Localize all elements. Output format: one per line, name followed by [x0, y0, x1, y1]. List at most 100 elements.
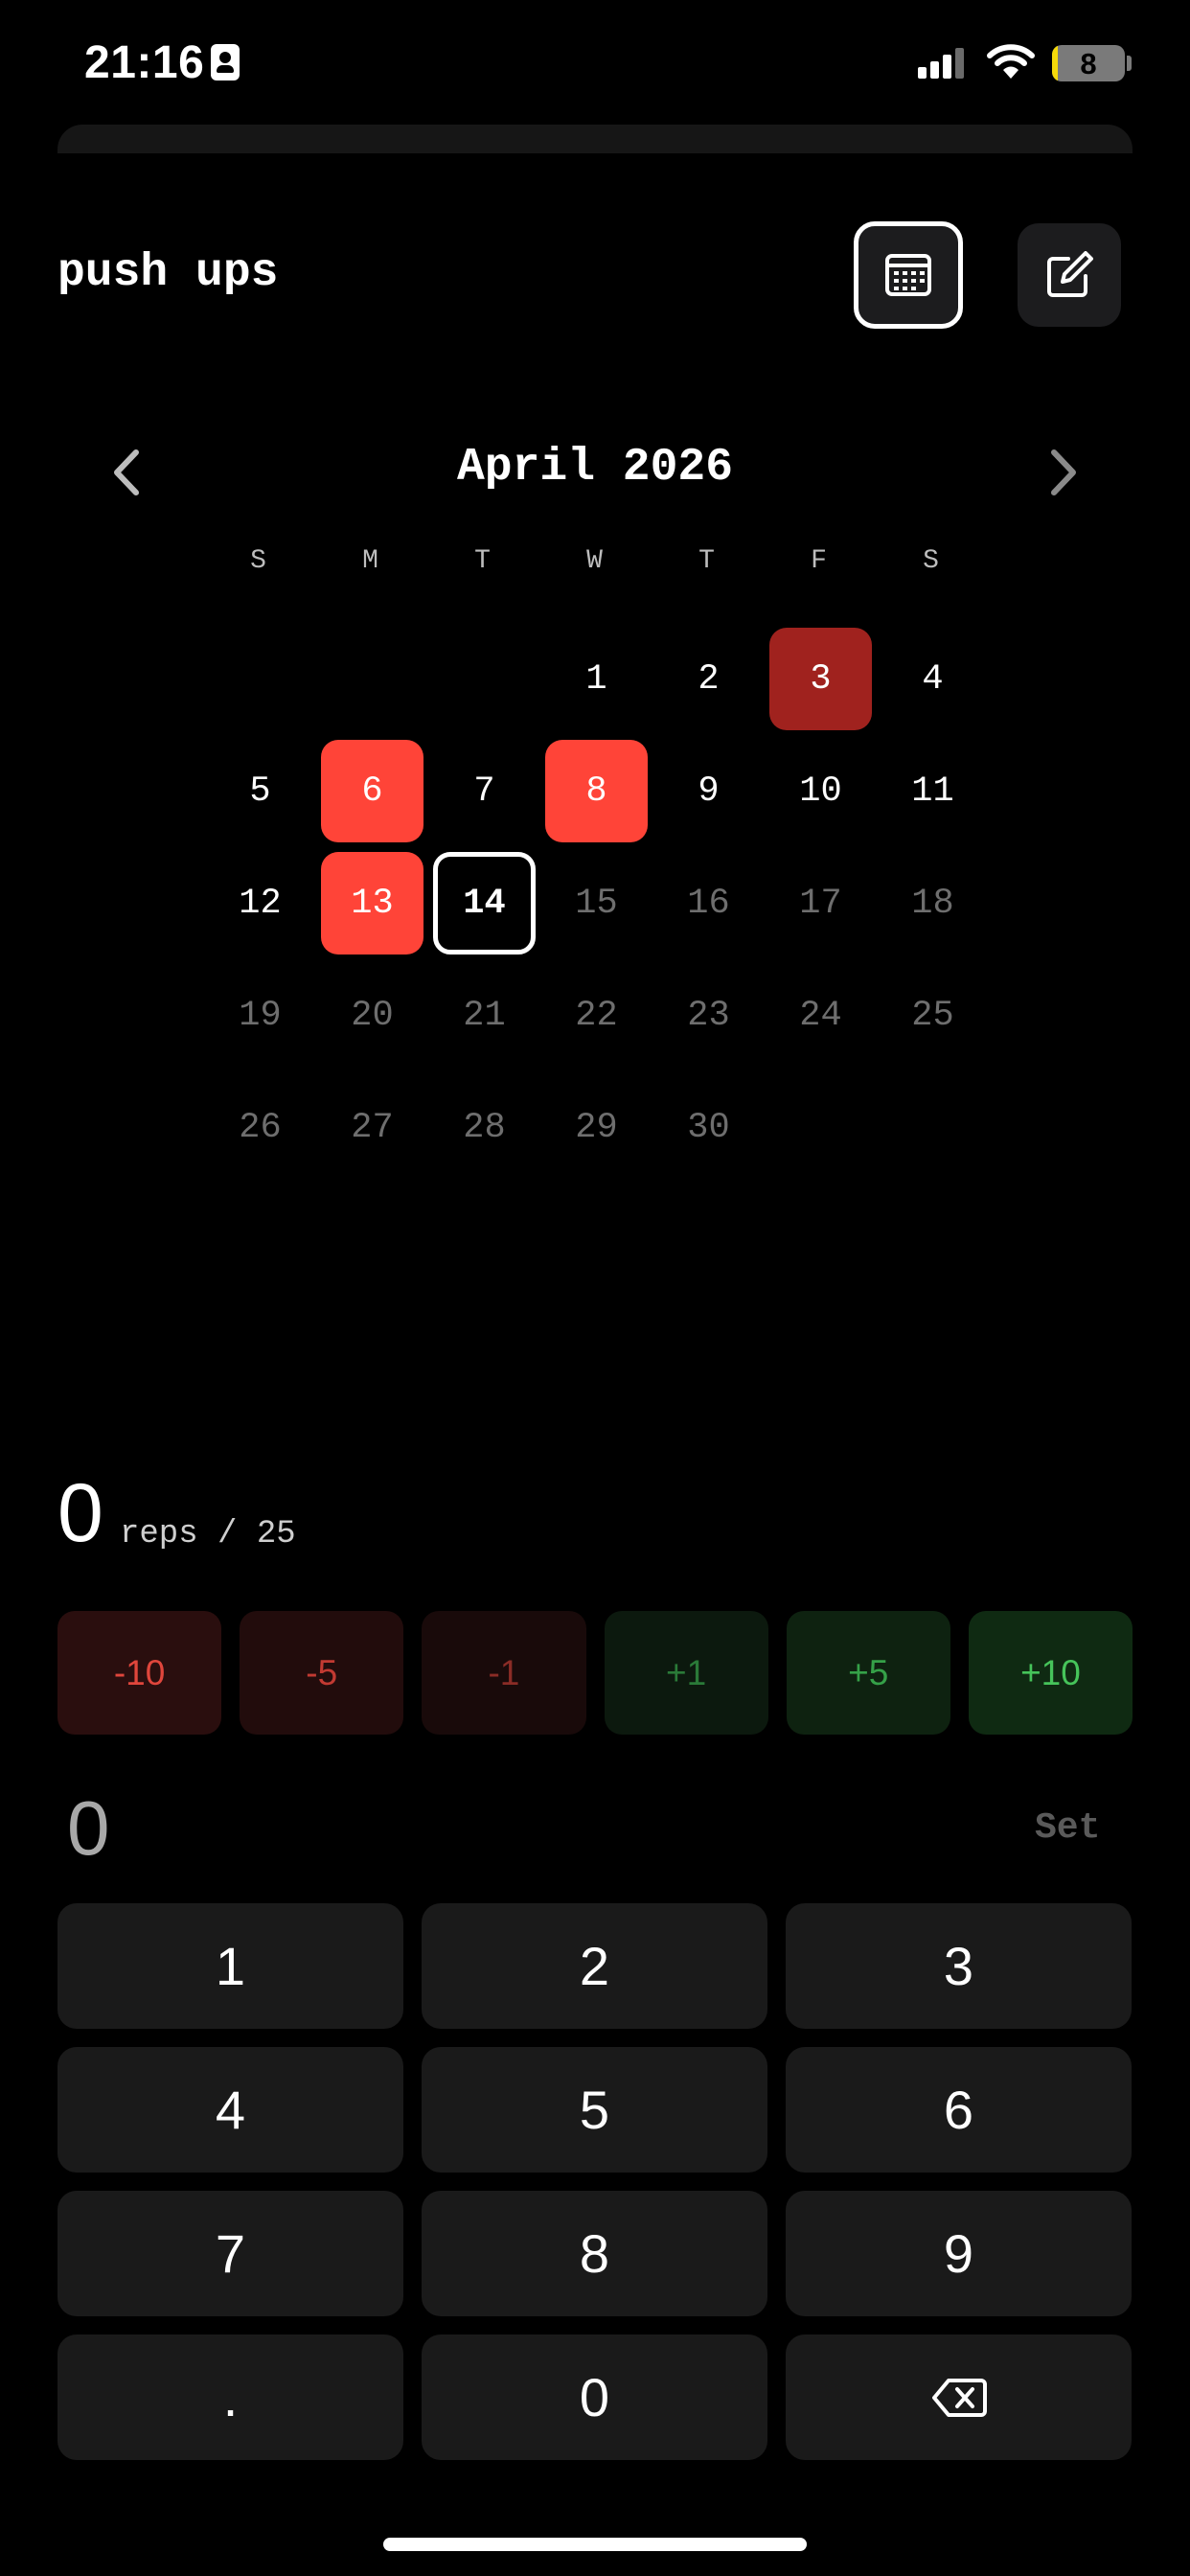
calendar-day[interactable]: 26: [209, 1076, 311, 1179]
calendar-day[interactable]: 12: [209, 852, 311, 954]
calendar-cell: [314, 623, 426, 735]
calendar-cell: 24: [763, 959, 875, 1071]
weekday-label: M: [362, 546, 378, 576]
plus-10-button[interactable]: +10: [968, 1611, 1133, 1735]
rep-count: 0: [57, 1467, 103, 1559]
cellular-signal-icon: [918, 48, 966, 79]
calendar-day[interactable]: 21: [433, 964, 536, 1067]
battery-level: 8: [1080, 47, 1097, 80]
calendar-day[interactable]: 1: [545, 628, 648, 730]
next-month-button[interactable]: [1027, 439, 1094, 506]
calendar-cell: [763, 1071, 875, 1184]
calendar-cell: 3: [763, 623, 875, 735]
calendar-day[interactable]: 29: [545, 1076, 648, 1179]
calendar-cell: 26: [202, 1071, 314, 1184]
key-3[interactable]: 3: [786, 1903, 1132, 2029]
calendar-cell: [426, 623, 538, 735]
key-6[interactable]: 6: [786, 2047, 1132, 2173]
key-4[interactable]: 4: [57, 2047, 403, 2173]
calendar-view-button[interactable]: [854, 221, 963, 329]
calendar-cell: 5: [202, 735, 314, 847]
key-2[interactable]: 2: [422, 1903, 767, 2029]
weekday-header-row: S M T W T F S: [202, 546, 988, 586]
calendar-icon: [885, 254, 931, 296]
calendar-week-row: 1234: [202, 623, 988, 735]
page-title: push ups: [57, 247, 279, 299]
wifi-icon: [987, 42, 1035, 80]
previous-month-button[interactable]: [96, 439, 163, 506]
calendar-cell: 7: [426, 735, 538, 847]
home-indicator[interactable]: [383, 2538, 807, 2551]
battery-icon: 8: [1052, 45, 1125, 81]
key-1[interactable]: 1: [57, 1903, 403, 2029]
calendar-day[interactable]: 27: [321, 1076, 423, 1179]
calendar-cell: 9: [651, 735, 763, 847]
rep-goal-label: reps / 25: [120, 1516, 296, 1552]
calendar-day[interactable]: 28: [433, 1076, 536, 1179]
plus-5-button[interactable]: +5: [786, 1611, 950, 1735]
key-9[interactable]: 9: [786, 2191, 1132, 2316]
calendar-day[interactable]: 20: [321, 964, 423, 1067]
weekday-label: S: [923, 546, 939, 576]
calendar-cell: 17: [763, 847, 875, 959]
battery-tip: [1127, 56, 1132, 71]
calendar-cell: [202, 623, 314, 735]
calendar-cell: 21: [426, 959, 538, 1071]
chevron-right-icon: [1051, 449, 1076, 495]
minus-5-button[interactable]: -5: [240, 1611, 404, 1735]
calendar-day[interactable]: 3: [769, 628, 872, 730]
status-bar: 21:16 8: [0, 0, 1190, 125]
calendar-day[interactable]: 7: [433, 740, 536, 842]
backspace-key[interactable]: [786, 2334, 1132, 2460]
calendar-week-row: 26 27 28 29 30: [202, 1071, 988, 1184]
plus-1-button[interactable]: +1: [604, 1611, 768, 1735]
calendar-cell: 6: [314, 735, 426, 847]
edit-icon: [1047, 251, 1093, 297]
calendar-cell: 27: [314, 1071, 426, 1184]
edit-button[interactable]: [1018, 223, 1121, 327]
key-8[interactable]: 8: [422, 2191, 767, 2316]
calendar-day[interactable]: 23: [657, 964, 760, 1067]
adjust-buttons: -10 -5 -1 +1 +5 +10: [57, 1611, 1133, 1735]
calendar-day[interactable]: 4: [881, 628, 984, 730]
calendar-day[interactable]: 24: [769, 964, 872, 1067]
calendar-day-today[interactable]: 14: [433, 852, 536, 954]
minus-1-button[interactable]: -1: [422, 1611, 586, 1735]
calendar-day[interactable]: 6: [321, 740, 423, 842]
key-decimal[interactable]: .: [57, 2334, 403, 2460]
weekday-label: F: [811, 546, 827, 576]
calendar-day[interactable]: 2: [657, 628, 760, 730]
calendar-day[interactable]: 5: [209, 740, 311, 842]
entry-display: 0: [67, 1785, 110, 1871]
set-button[interactable]: Set: [1035, 1807, 1100, 1849]
contact-card-icon: [211, 44, 240, 80]
calendar-grid: S M T W T F S 1 2 3 4 5 6 7 8 9 10 11 12 13 14 15 16 17 1…: [202, 546, 988, 1184]
key-0[interactable]: 0: [422, 2334, 767, 2460]
calendar-day[interactable]: 17: [769, 852, 872, 954]
calendar-day[interactable]: 30: [657, 1076, 760, 1179]
calendar-day[interactable]: 11: [881, 740, 984, 842]
calendar-day[interactable]: 25: [881, 964, 984, 1067]
calendar-cell: 30: [651, 1071, 763, 1184]
calendar-cell: 12: [202, 847, 314, 959]
calendar-cell: 11: [875, 735, 987, 847]
key-5[interactable]: 5: [422, 2047, 767, 2173]
calendar-cell: 28: [426, 1071, 538, 1184]
month-label: April 2026: [456, 442, 734, 494]
calendar-day[interactable]: 15: [545, 852, 648, 954]
calendar-cell: 19: [202, 959, 314, 1071]
calendar-day[interactable]: 22: [545, 964, 648, 1067]
calendar-day[interactable]: 10: [769, 740, 872, 842]
key-7[interactable]: 7: [57, 2191, 403, 2316]
calendar-cell: 2: [651, 623, 763, 735]
calendar-day[interactable]: 19: [209, 964, 311, 1067]
calendar-day[interactable]: 9: [657, 740, 760, 842]
minus-10-button[interactable]: -10: [57, 1611, 222, 1735]
calendar-day[interactable]: 18: [881, 852, 984, 954]
calendar-day[interactable]: 13: [321, 852, 423, 954]
weekday-label: T: [698, 546, 715, 576]
calendar-weeks: 1 2 3 4 5 6 7 8 9 10 11 12 13 14 15 16 17 18 19 20 21 22 23 24 2…: [202, 623, 988, 1184]
chevron-left-icon: [114, 449, 139, 495]
calendar-day[interactable]: 8: [545, 740, 648, 842]
calendar-day[interactable]: 16: [657, 852, 760, 954]
